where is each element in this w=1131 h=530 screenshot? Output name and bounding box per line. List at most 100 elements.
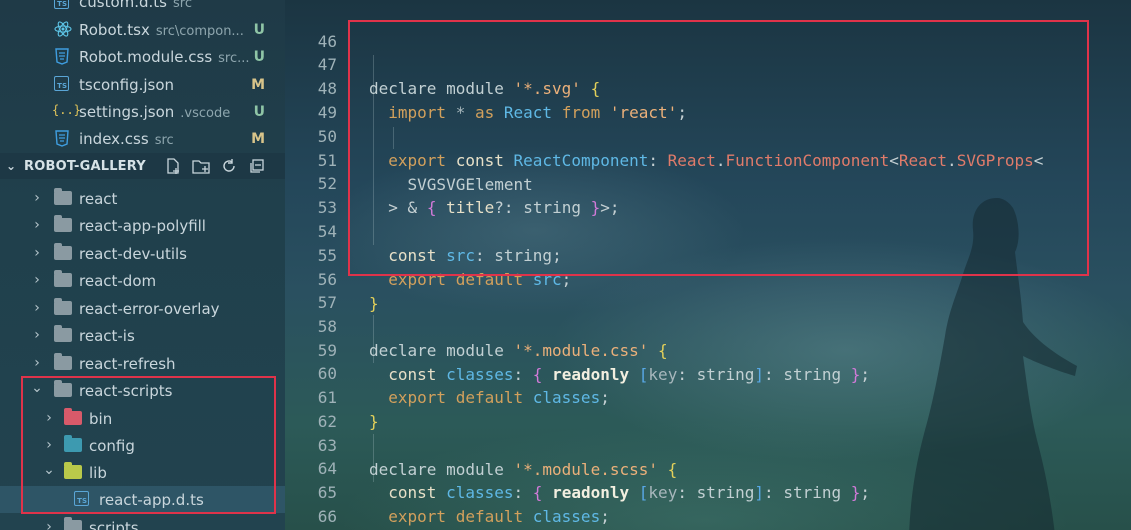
tree-folder-react[interactable]: › react [0, 185, 285, 212]
json-icon: {..} [52, 103, 81, 117]
code-editor[interactable]: 46 47 declare module '*.svg' { 48 import… [285, 0, 1131, 530]
folder-icon [54, 270, 72, 289]
chevron-right-icon: › [34, 217, 40, 233]
file-name: index.css [79, 129, 149, 148]
folder-label: react-scripts [79, 381, 173, 400]
ts-file-icon: TS [74, 491, 92, 509]
new-file-icon[interactable] [163, 157, 183, 175]
folder-label: bin [89, 409, 113, 428]
chevron-right-icon: › [46, 437, 52, 453]
ts-file-icon: TS [54, 0, 72, 12]
tree-folder-bin[interactable]: › bin [0, 405, 285, 432]
file-item-robot-tsx[interactable]: Robot.tsx src\compon... U [0, 16, 285, 43]
file-path: src... [218, 50, 250, 66]
file-path: src\compon... [155, 23, 244, 39]
folder-label: lib [89, 463, 107, 482]
folder-icon [54, 243, 72, 262]
tree-file-react-app-d-ts[interactable]: TS react-app.d.ts [0, 486, 285, 513]
react-icon [54, 20, 72, 38]
folder-icon [54, 325, 72, 344]
chevron-down-icon: ⌄ [6, 159, 17, 173]
code-line: 64 const classes: { readonly [key: strin… [285, 433, 1131, 502]
file-item-index-css[interactable]: index.css src M [0, 125, 285, 152]
css-file-icon [54, 47, 72, 65]
chevron-down-icon: ⌄ [31, 380, 43, 396]
code-line: 56 } [285, 244, 1131, 313]
file-label: react-app.d.ts [99, 490, 204, 509]
code-line: 55 export default src; [285, 220, 1131, 289]
file-path: src [154, 132, 174, 148]
code-line: 59 const classes: { readonly [key: strin… [285, 315, 1131, 384]
tree-folder-react-app-polyfill[interactable]: › react-app-polyfill [0, 212, 285, 239]
code-line: 51 SVGSVGElement [285, 125, 1131, 194]
code-line: 66 } [285, 481, 1131, 526]
collapse-all-icon[interactable] [247, 157, 267, 175]
file-path: .vscode [180, 105, 231, 121]
folder-label: config [89, 436, 135, 455]
file-name: settings.json [79, 102, 175, 121]
workspace-title: ROBOT-GALLERY [24, 158, 146, 174]
folder-label: react-is [79, 326, 135, 345]
tree-folder-react-refresh[interactable]: › react-refresh [0, 350, 285, 377]
file-name: Robot.tsx [79, 20, 150, 39]
explorer-section-header[interactable]: ⌄ ROBOT-GALLERY [0, 153, 285, 179]
folder-icon [54, 353, 72, 372]
new-folder-icon[interactable] [191, 157, 211, 175]
folder-label: react-error-overlay [79, 299, 220, 318]
code-line: 63 declare module '*.module.scss' { [285, 410, 1131, 479]
file-name: Robot.module.css [79, 47, 213, 66]
git-status-badge: U [253, 21, 265, 38]
folder-label: react-app-polyfill [79, 216, 206, 235]
tree-folder-config[interactable]: › config [0, 432, 285, 459]
git-status-badge: U [253, 48, 265, 65]
code-line: 48 import * as React from 'react'; [285, 53, 1131, 122]
tree-folder-react-dev-utils[interactable]: › react-dev-utils [0, 240, 285, 267]
file-name: tsconfig.json [79, 75, 175, 94]
code-line: 62 [285, 386, 1131, 431]
tree-folder-react-scripts[interactable]: ⌄ react-scripts [0, 377, 285, 404]
chevron-right-icon: › [34, 272, 40, 288]
chevron-right-icon: › [34, 245, 40, 261]
chevron-right-icon: › [34, 300, 40, 316]
code-line: 46 [285, 6, 1131, 51]
tree-folder-lib[interactable]: ⌄ lib [0, 459, 285, 486]
code-line: 57 [285, 267, 1131, 312]
code-line: 52 > & { title?: string }>; [285, 148, 1131, 217]
folder-config-icon [64, 435, 82, 454]
folder-lib-icon [64, 462, 82, 481]
folder-open-icon [54, 380, 72, 399]
git-status-badge: M [251, 130, 265, 147]
code-line: 49 [285, 77, 1131, 122]
chevron-right-icon: › [34, 190, 40, 206]
file-item-custom-d-ts[interactable]: TS custom.d.ts src [0, 0, 285, 15]
tree-folder-scripts[interactable]: › scripts [0, 514, 285, 530]
folder-label: react-dev-utils [79, 244, 187, 263]
code-line: 61 } [285, 362, 1131, 431]
code-line: 60 export default classes; [285, 338, 1131, 407]
file-item-robot-module-css[interactable]: Robot.module.css src... U [0, 43, 285, 70]
folder-scripts-icon [64, 517, 82, 530]
git-status-badge: M [251, 76, 265, 93]
chevron-right-icon: › [46, 519, 52, 530]
code-line: 65 export default classes; [285, 457, 1131, 526]
tree-folder-react-dom[interactable]: › react-dom [0, 267, 285, 294]
tree-folder-react-error-overlay[interactable]: › react-error-overlay [0, 295, 285, 322]
folder-icon [54, 188, 72, 207]
code-line: 53 [285, 172, 1131, 217]
git-status-badge: U [253, 103, 265, 120]
refresh-icon[interactable] [219, 157, 239, 175]
folder-label: react-refresh [79, 354, 176, 373]
file-item-tsconfig-json[interactable]: TS tsconfig.json M [0, 71, 285, 98]
folder-bin-icon [64, 408, 82, 427]
folder-icon [54, 298, 72, 317]
file-item-settings-json[interactable]: {..} settings.json .vscode U [0, 98, 285, 125]
code-line: 54 const src: string; [285, 196, 1131, 265]
tree-folder-react-is[interactable]: › react-is [0, 322, 285, 349]
tsconfig-icon: TS [54, 76, 72, 94]
folder-label: react [79, 189, 118, 208]
folder-icon [54, 215, 72, 234]
explorer-sidebar: TS custom.d.ts src Robot.tsx src\compon...… [0, 0, 285, 530]
file-name: custom.d.ts [79, 0, 167, 11]
code-line: 47 declare module '*.svg' { [285, 29, 1131, 98]
folder-label: react-dom [79, 271, 157, 290]
